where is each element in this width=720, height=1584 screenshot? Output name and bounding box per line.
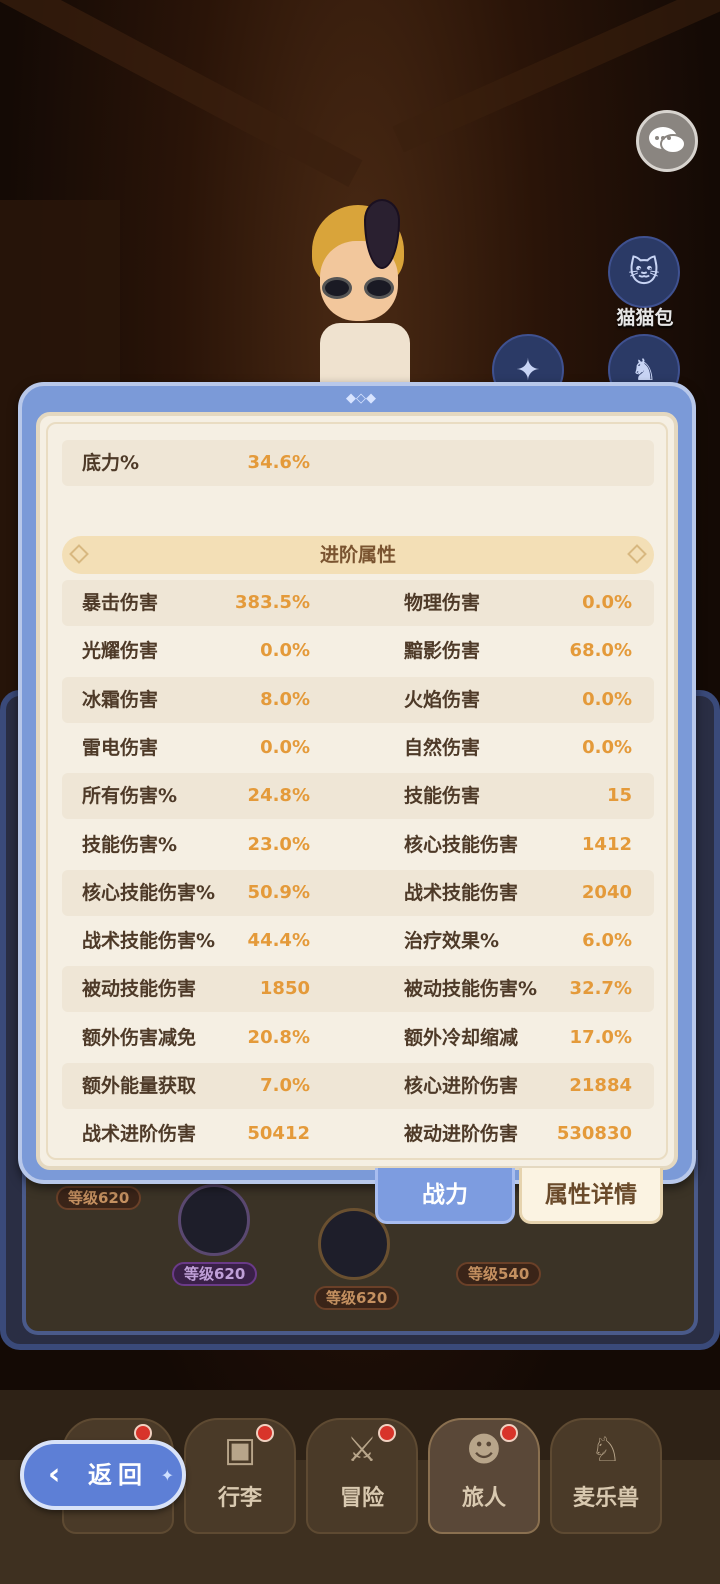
notification-dot — [378, 1424, 396, 1442]
cat-bag-button[interactable]: 🐱 — [608, 236, 680, 308]
stat-label: 暴击伤害 — [82, 592, 159, 614]
stat-row: 额外伤害减免 20.8% 额外冷却缩减 17.0% — [62, 1015, 654, 1061]
stat-value: 44.4% — [247, 930, 310, 952]
stat-label: 战术进阶伤害 — [82, 1123, 197, 1146]
stat-label: 所有伤害% — [82, 785, 178, 808]
stat-label: 核心技能伤害 — [404, 833, 519, 856]
stat-row: 冰霜伤害 8.0% 火焰伤害 0.0% — [62, 676, 654, 723]
stat-label: 被动技能伤害 — [82, 978, 197, 1001]
tab-attribute-detail[interactable]: 属性详情 — [519, 1168, 663, 1224]
stat-label: 技能伤害 — [404, 785, 481, 808]
stat-row: 额外能量获取 7.0% 核心进阶伤害 21884 — [62, 1063, 654, 1109]
stat-label: 被动进阶伤害 — [404, 1123, 519, 1146]
player-character — [300, 199, 430, 395]
stat-label: 黯影伤害 — [404, 640, 481, 663]
stat-value: 21884 — [569, 1075, 632, 1096]
modal-ornament-icon: ◆◇◆ — [346, 390, 376, 406]
stat-value: 17.0% — [569, 1026, 632, 1048]
luggage-icon: ▣ — [223, 1430, 257, 1470]
stat-value: 1850 — [259, 978, 310, 1000]
stat-label: 火焰伤害 — [404, 688, 481, 711]
pet-level-badge: 等级620 — [56, 1186, 142, 1210]
diamond-ornament-icon — [69, 544, 89, 564]
stat-label: 光耀伤害 — [82, 640, 159, 663]
stat-row: 战术技能伤害% 44.4% 治疗效果% 6.0% — [62, 918, 654, 964]
pet-level-badge: 等级540 — [456, 1262, 542, 1286]
stat-row: 雷电伤害 0.0% 自然伤害 0.0% — [62, 725, 654, 771]
stat-value: 0.0% — [582, 736, 632, 758]
stat-value: 530830 — [556, 1123, 632, 1145]
back-arrow-icon: ‹ — [48, 1457, 61, 1492]
stat-label: 冰霜伤害 — [82, 688, 159, 711]
attribute-list-panel: 底力% 34.6% 进阶属性 暴击伤害 383.5% 物理伤害 0.0% 光耀伤害 0.0… — [36, 412, 678, 1170]
stat-value: 0.0% — [260, 640, 310, 662]
fox-icon: ♘ — [590, 1430, 622, 1470]
stat-row: 光耀伤害 0.0% 黯影伤害 68.0% — [62, 628, 654, 674]
stat-label: 额外冷却缩减 — [404, 1026, 519, 1049]
back-button-label: 返回 — [88, 1461, 148, 1489]
stat-value: 0.0% — [582, 592, 632, 613]
chat-bubbles-icon — [649, 127, 686, 154]
stat-value: 24.8% — [247, 785, 310, 807]
stat-row: 战术进阶伤害 50412 被动进阶伤害 530830 — [62, 1111, 654, 1157]
section-title: 进阶属性 — [319, 544, 396, 566]
nav-label-traveler: 旅人 — [461, 1486, 506, 1511]
stat-label: 雷电伤害 — [82, 736, 159, 759]
stat-value: 50.9% — [247, 881, 310, 903]
stat-label: 额外能量获取 — [82, 1075, 197, 1097]
nav-label-adventure: 冒险 — [339, 1486, 384, 1511]
stat-value: 68.0% — [569, 640, 632, 662]
stat-value: 23.0% — [247, 833, 310, 855]
stat-row: 技能伤害% 23.0% 核心技能伤害 1412 — [62, 822, 654, 868]
stat-value: 0.0% — [582, 688, 632, 710]
stat-value: 32.7% — [569, 978, 632, 1000]
stat-label: 核心进阶伤害 — [404, 1075, 519, 1097]
sparkle-icon: ✦ — [160, 1466, 174, 1485]
stat-label: 治疗效果% — [404, 930, 500, 953]
stat-value: 1412 — [581, 833, 632, 855]
nav-label-pets: 麦乐兽 — [572, 1486, 639, 1511]
stat-label: 物理伤害 — [404, 592, 481, 614]
stat-row: 暴击伤害 383.5% 物理伤害 0.0% — [62, 580, 654, 626]
stat-label: 底力% — [82, 452, 140, 474]
stat-value: 15 — [606, 785, 632, 807]
background-beam — [0, 0, 363, 187]
character-glasses — [322, 277, 396, 299]
stat-row: 被动技能伤害 1850 被动技能伤害% 32.7% — [62, 966, 654, 1013]
stat-label: 技能伤害% — [82, 833, 178, 856]
stat-label: 额外伤害减免 — [82, 1026, 197, 1049]
stat-value: 8.0% — [260, 688, 310, 710]
stat-value: 34.6% — [247, 452, 310, 473]
stat-row: 核心技能伤害% 50.9% 战术技能伤害 2040 — [62, 869, 654, 916]
diamond-ornament-icon — [627, 544, 647, 564]
stat-value: 0.0% — [260, 736, 310, 758]
stat-value: 20.8% — [247, 1026, 310, 1048]
traveler-avatar-icon: ☻ — [466, 1430, 502, 1470]
stat-value: 7.0% — [260, 1075, 310, 1096]
stat-value: 2040 — [581, 881, 632, 903]
crossed-swords-icon: ⚔ — [346, 1430, 378, 1470]
back-button[interactable]: ‹ 返回 ✦ — [20, 1440, 186, 1510]
stat-value: 50412 — [247, 1123, 310, 1145]
stat-row-base: 底力% 34.6% — [62, 440, 654, 486]
stat-value: 383.5% — [235, 592, 310, 613]
notification-dot — [256, 1424, 274, 1442]
stat-label: 自然伤害 — [404, 736, 481, 759]
stat-value: 6.0% — [582, 930, 632, 952]
pet-avatar[interactable] — [178, 1184, 250, 1256]
section-header-advanced: 进阶属性 — [62, 536, 654, 574]
nav-label-luggage: 行李 — [217, 1486, 262, 1511]
notification-dot — [500, 1424, 518, 1442]
pet-level-badge: 等级620 — [172, 1262, 258, 1286]
stat-row: 所有伤害% 24.8% 技能伤害 15 — [62, 773, 654, 820]
attribute-modal: ◆◇◆ 底力% 34.6% 进阶属性 暴击伤害 383.5% 物理伤害 0.0% 光耀伤… — [18, 382, 696, 1184]
pet-level-badge: 等级620 — [314, 1286, 400, 1310]
stat-label: 战术技能伤害 — [404, 881, 519, 904]
chat-button[interactable] — [636, 110, 698, 172]
cat-bag-icon: 🐱 — [628, 254, 660, 290]
cat-bag-label: 猫猫包 — [616, 307, 674, 329]
tab-power[interactable]: 战力 — [375, 1168, 515, 1224]
